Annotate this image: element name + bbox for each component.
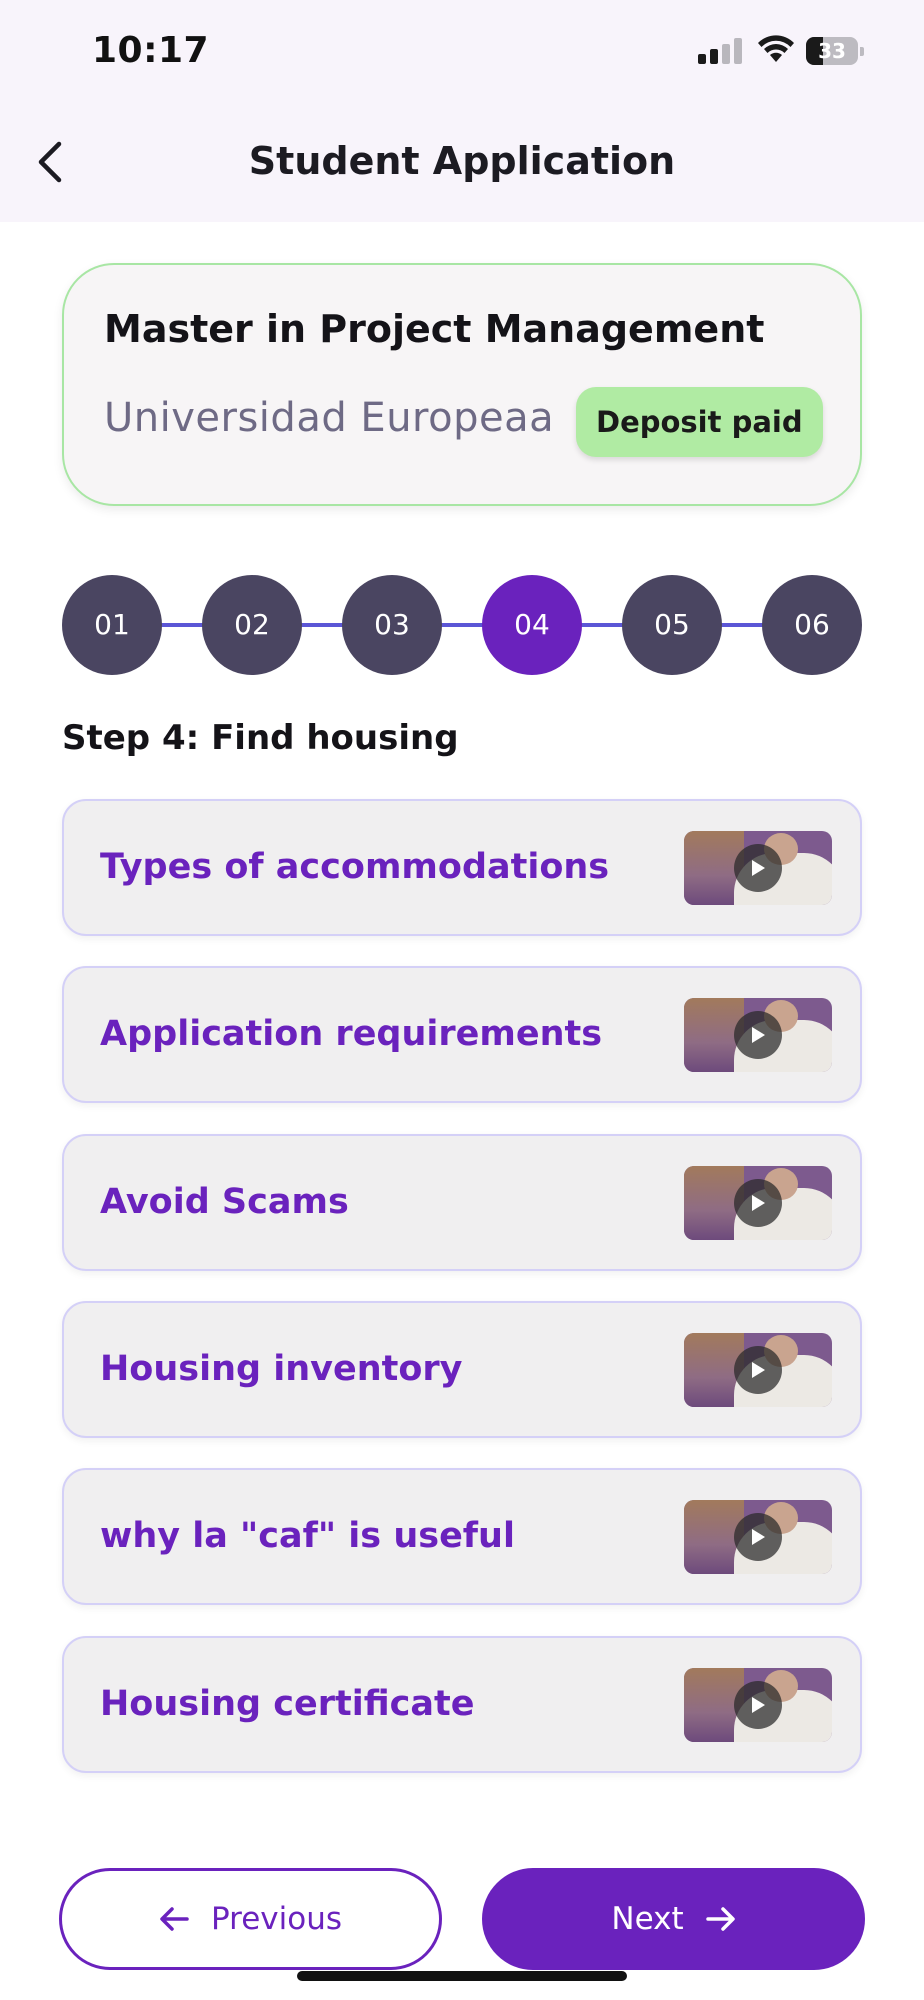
step-01[interactable]: 01 <box>62 575 162 675</box>
next-button[interactable]: Next <box>482 1868 865 1970</box>
play-icon <box>734 844 782 892</box>
cellular-signal-icon <box>698 38 742 64</box>
video-thumbnail[interactable] <box>684 1668 832 1742</box>
play-icon <box>734 1179 782 1227</box>
status-bar: 10:17 33 <box>0 0 924 100</box>
app-header: Student Application <box>0 100 924 222</box>
video-thumbnail[interactable] <box>684 831 832 905</box>
page-title: Student Application <box>248 139 676 183</box>
program-title: Master in Project Management <box>104 307 765 351</box>
program-card[interactable]: Master in Project Management Universidad… <box>62 263 862 506</box>
video-thumbnail[interactable] <box>684 1333 832 1407</box>
lesson-item[interactable]: Housing certificate <box>62 1636 862 1773</box>
play-icon <box>734 1681 782 1729</box>
video-thumbnail[interactable] <box>684 1166 832 1240</box>
status-time: 10:17 <box>92 30 210 71</box>
lesson-title: why la "caf" is useful <box>100 1516 515 1556</box>
step-heading: Step 4: Find housing <box>62 718 459 758</box>
video-thumbnail[interactable] <box>684 998 832 1072</box>
lesson-title: Types of accommodations <box>100 847 610 887</box>
lesson-title: Housing certificate <box>100 1684 475 1724</box>
status-badge: Deposit paid <box>576 387 823 457</box>
play-icon <box>734 1346 782 1394</box>
wifi-icon <box>758 35 794 62</box>
lesson-title: Housing inventory <box>100 1349 463 1389</box>
step-02[interactable]: 02 <box>202 575 302 675</box>
lesson-title: Application requirements <box>100 1014 603 1054</box>
step-06[interactable]: 06 <box>762 575 862 675</box>
lesson-item[interactable]: why la "caf" is useful <box>62 1468 862 1605</box>
play-icon <box>734 1513 782 1561</box>
step-05[interactable]: 05 <box>622 575 722 675</box>
arrow-right-icon <box>705 1907 735 1931</box>
progress-stepper: 01 02 03 04 05 06 <box>62 575 862 675</box>
video-thumbnail[interactable] <box>684 1500 832 1574</box>
back-button[interactable] <box>26 136 74 188</box>
lesson-item[interactable]: Application requirements <box>62 966 862 1103</box>
play-icon <box>734 1011 782 1059</box>
lesson-item[interactable]: Avoid Scams <box>62 1134 862 1271</box>
previous-label: Previous <box>210 1901 342 1937</box>
battery-icon: 33 <box>806 37 864 65</box>
battery-level: 33 <box>818 39 846 63</box>
home-indicator[interactable] <box>297 1971 627 1981</box>
chevron-left-icon <box>38 141 62 183</box>
step-03[interactable]: 03 <box>342 575 442 675</box>
previous-button[interactable]: Previous <box>59 1868 442 1970</box>
next-label: Next <box>611 1901 684 1937</box>
lesson-item[interactable]: Types of accommodations <box>62 799 862 936</box>
arrow-left-icon <box>160 1907 189 1931</box>
lesson-item[interactable]: Housing inventory <box>62 1301 862 1438</box>
lesson-title: Avoid Scams <box>100 1182 349 1222</box>
step-04-active[interactable]: 04 <box>482 575 582 675</box>
university-name: Universidad Europeaa <box>104 395 555 441</box>
